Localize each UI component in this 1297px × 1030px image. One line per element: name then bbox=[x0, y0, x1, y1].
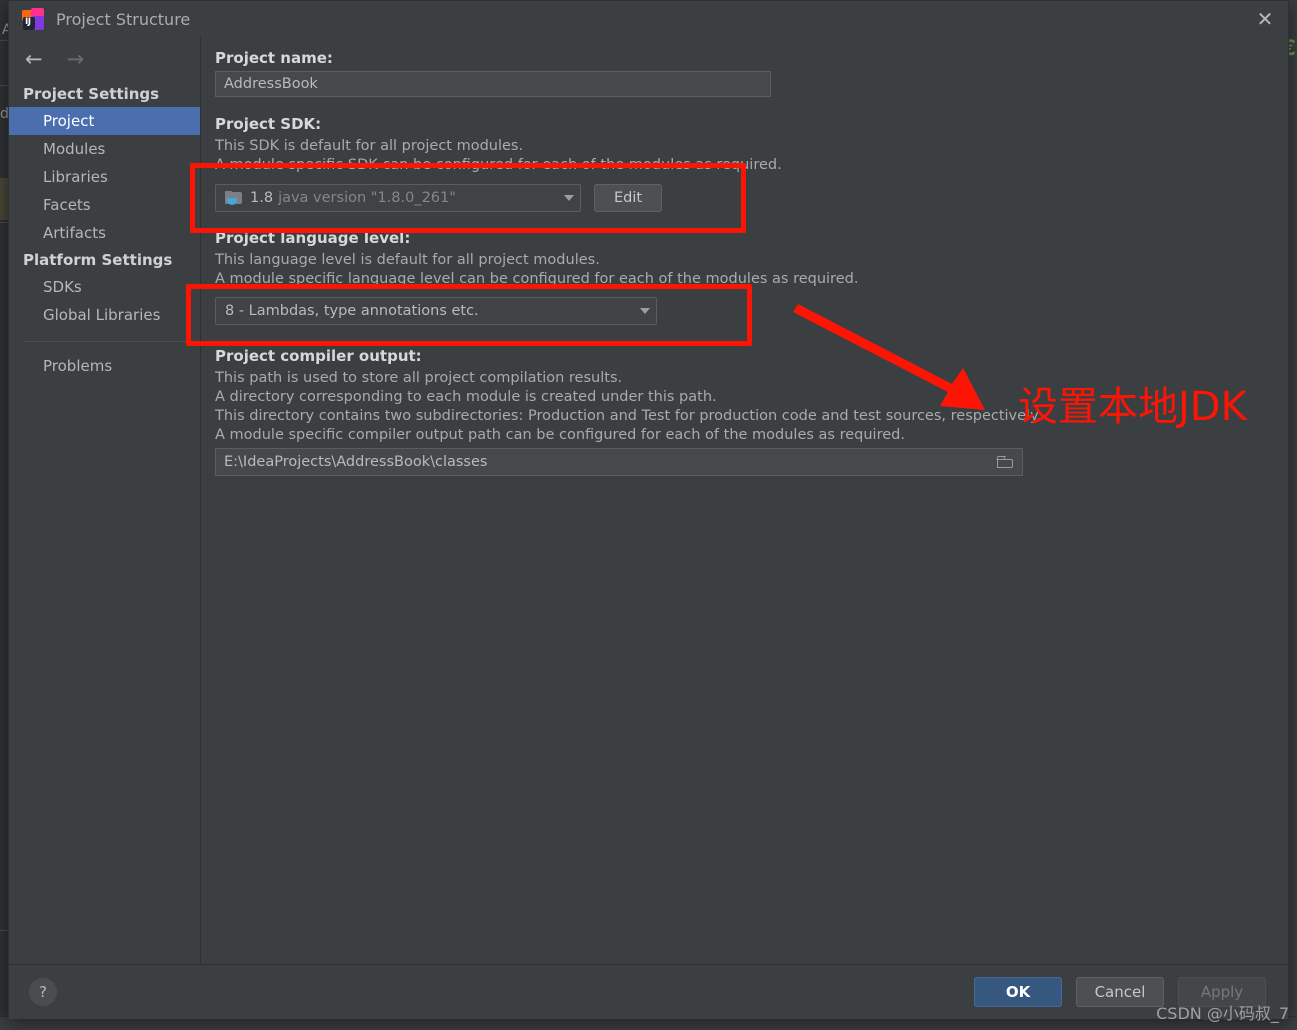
cancel-button[interactable]: Cancel bbox=[1076, 977, 1164, 1007]
help-button[interactable]: ? bbox=[29, 978, 57, 1006]
sidebar-item-global-libraries[interactable]: Global Libraries bbox=[9, 301, 200, 329]
dialog-title: Project Structure bbox=[56, 9, 191, 29]
project-name-input[interactable]: AddressBook bbox=[215, 71, 771, 97]
dialog-body: ← → Project Settings Project Modules Lib… bbox=[9, 37, 1288, 964]
sidebar-item-libraries[interactable]: Libraries bbox=[9, 163, 200, 191]
chevron-down-icon bbox=[564, 195, 574, 201]
language-level-value: 8 - Lambdas, type annotations etc. bbox=[225, 303, 479, 319]
dialog-footer: ? OK Cancel Apply bbox=[9, 964, 1288, 1019]
language-level-desc-line1: This language level is default for all p… bbox=[215, 252, 600, 268]
sidebar-group-project-settings: Project Settings bbox=[23, 85, 160, 103]
sidebar-item-modules[interactable]: Modules bbox=[9, 135, 200, 163]
logo-text: IJ bbox=[25, 17, 31, 27]
sidebar-item-sdks[interactable]: SDKs bbox=[9, 273, 200, 301]
language-level-label: Project language level: bbox=[215, 229, 411, 247]
sidebar-item-artifacts[interactable]: Artifacts bbox=[9, 219, 200, 247]
project-name-label: Project name: bbox=[215, 49, 333, 67]
navigation-arrows: ← → bbox=[9, 37, 200, 81]
sidebar-group-platform-settings: Platform Settings bbox=[23, 251, 173, 269]
sidebar-item-problems[interactable]: Problems bbox=[9, 352, 200, 380]
close-icon[interactable]: ✕ bbox=[1242, 1, 1288, 37]
sidebar-item-project[interactable]: Project bbox=[9, 107, 200, 135]
back-arrow-icon[interactable]: ← bbox=[25, 48, 43, 70]
ok-button[interactable]: OK bbox=[974, 977, 1062, 1007]
java-sdk-folder-icon bbox=[225, 191, 242, 205]
project-sdk-label: Project SDK: bbox=[215, 115, 322, 133]
project-sdk-desc-line1: This SDK is default for all project modu… bbox=[215, 138, 524, 154]
compiler-output-input[interactable]: E:\IdeaProjects\AddressBook\classes bbox=[215, 448, 1023, 476]
compiler-output-label: Project compiler output: bbox=[215, 347, 422, 365]
project-sdk-detail: java version "1.8.0_261" bbox=[278, 190, 456, 206]
compiler-output-path: E:\IdeaProjects\AddressBook\classes bbox=[224, 454, 488, 470]
dialog-titlebar: IJ Project Structure ✕ bbox=[9, 1, 1288, 37]
folder-browse-icon bbox=[996, 456, 1013, 468]
intellij-idea-logo-icon: IJ bbox=[22, 8, 44, 30]
compiler-output-desc-line3: This directory contains two subdirectori… bbox=[215, 408, 1042, 424]
edit-sdk-button[interactable]: Edit bbox=[594, 184, 662, 212]
sidebar-divider bbox=[23, 341, 186, 342]
settings-sidebar: ← → Project Settings Project Modules Lib… bbox=[9, 37, 201, 964]
project-settings-pane: Project name: AddressBook Project SDK: T… bbox=[201, 37, 1288, 964]
language-level-dropdown[interactable]: 8 - Lambdas, type annotations etc. bbox=[215, 297, 657, 325]
compiler-output-desc-line2: A directory corresponding to each module… bbox=[215, 389, 717, 405]
forward-arrow-icon[interactable]: → bbox=[67, 48, 85, 70]
compiler-output-desc-line4: A module specific compiler output path c… bbox=[215, 427, 905, 443]
compiler-output-desc-line1: This path is used to store all project c… bbox=[215, 370, 623, 386]
language-level-desc-line2: A module specific language level can be … bbox=[215, 271, 859, 287]
project-structure-dialog: IJ Project Structure ✕ ← → Project Setti… bbox=[8, 0, 1289, 1019]
browse-folder-button[interactable] bbox=[990, 450, 1020, 474]
project-sdk-dropdown[interactable]: 1.8 java version "1.8.0_261" bbox=[215, 184, 581, 212]
chevron-down-icon bbox=[640, 308, 650, 314]
csdn-watermark: CSDN @小码叔_7 bbox=[1156, 1004, 1289, 1023]
sidebar-item-facets[interactable]: Facets bbox=[9, 191, 200, 219]
project-sdk-desc-line2: A module specific SDK can be configured … bbox=[215, 157, 782, 173]
project-sdk-version: 1.8 bbox=[250, 190, 274, 206]
